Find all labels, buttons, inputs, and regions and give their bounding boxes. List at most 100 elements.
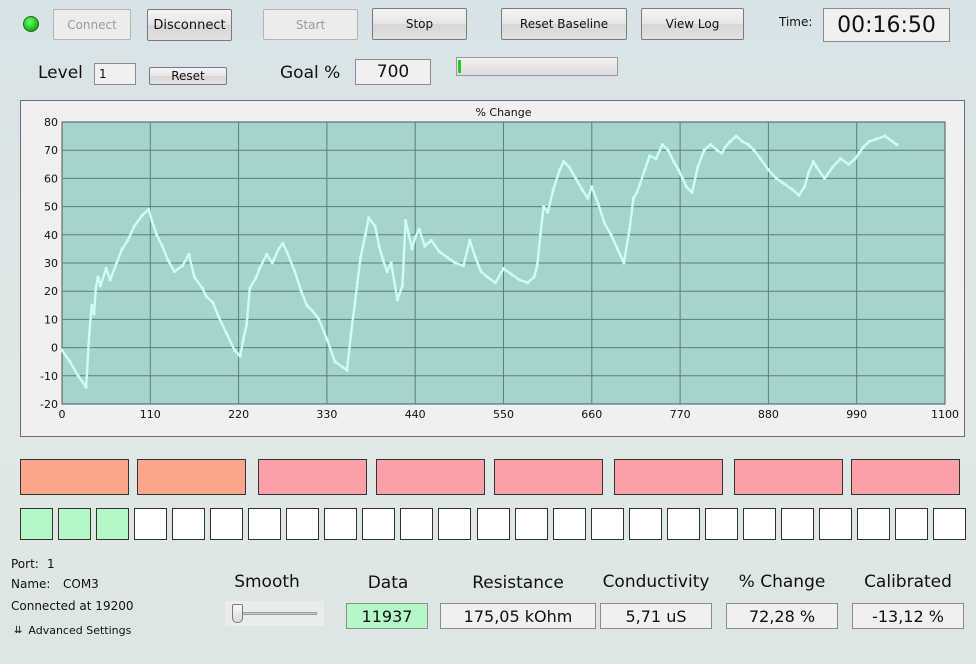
level-reset-button[interactable]: Reset — [149, 67, 227, 85]
double-chevron-down-icon: ⇊ — [14, 624, 23, 636]
chart-data-point — [120, 247, 124, 251]
chart-data-point — [709, 143, 713, 147]
advanced-settings-toggle[interactable]: ⇊ Advanced Settings — [14, 624, 131, 637]
indicator-top-7 — [734, 459, 843, 495]
chart-data-point — [823, 176, 827, 180]
chart-x-tick-label: 1100 — [931, 408, 959, 421]
chart-y-tick-label: 50 — [44, 201, 58, 214]
chart-data-point — [815, 165, 819, 169]
advanced-settings-label: Advanced Settings — [28, 624, 132, 637]
level-input[interactable]: 1 — [94, 63, 136, 85]
indicator-bottom-6 — [210, 508, 243, 540]
indicator-bottom-14 — [515, 508, 548, 540]
chart-data-point — [643, 168, 647, 172]
smooth-slider-thumb[interactable] — [232, 604, 243, 623]
chart-data-point — [680, 176, 685, 180]
chart-data-point — [429, 238, 433, 242]
chart-data-point — [423, 244, 427, 248]
chart-data-point — [126, 238, 130, 242]
chart-data-point — [526, 281, 530, 285]
goal-input[interactable]: 700 — [355, 59, 431, 85]
chart-data-point — [622, 261, 626, 265]
chart-data-point — [558, 168, 562, 172]
chart-data-point — [310, 309, 315, 313]
chart-data-point — [345, 368, 349, 372]
chart-x-tick-label: 440 — [405, 408, 426, 421]
chart-data-point — [532, 275, 536, 279]
chart-data-point — [404, 219, 408, 223]
chart-data-point — [883, 134, 887, 138]
chart-x-tick-label: 110 — [140, 408, 161, 421]
indicator-top-6 — [614, 459, 723, 495]
chart-data-point — [535, 264, 539, 268]
calibrated-value: -13,12 % — [852, 603, 964, 629]
chart-data-point — [666, 148, 670, 152]
chart-data-point — [238, 354, 242, 358]
indicator-bottom-3 — [96, 508, 129, 540]
port-label: Port: — [11, 557, 39, 571]
chart-data-point — [654, 157, 658, 161]
chart-data-point — [603, 221, 607, 226]
disconnect-button[interactable]: Disconnect — [147, 9, 232, 41]
chart-data-point — [819, 171, 823, 175]
chart-data-point — [305, 303, 309, 307]
chart-data-point — [774, 176, 779, 180]
chart-data-point — [317, 317, 321, 321]
chart-x-tick-label: 220 — [228, 408, 249, 421]
chart-data-point — [542, 205, 546, 209]
chart-data-point — [389, 261, 393, 265]
indicator-bottom-4 — [134, 508, 167, 540]
reset-baseline-button[interactable]: Reset Baseline — [501, 8, 627, 40]
chart-data-point — [211, 300, 215, 305]
chart-data-point — [551, 188, 555, 192]
chart-data-point — [395, 298, 400, 302]
chart-data-point — [241, 337, 245, 341]
chart-data-point — [200, 286, 205, 290]
chart-y-tick-label: 60 — [44, 172, 58, 185]
chart-data-point — [635, 190, 639, 195]
chart-data-point — [853, 157, 857, 161]
start-button[interactable]: Start — [263, 9, 358, 40]
indicator-bottom-21 — [781, 508, 814, 540]
chart-data-point — [299, 289, 303, 293]
indicator-top-4 — [376, 459, 485, 495]
chart-data-point — [802, 185, 807, 189]
chart-data-point — [68, 360, 72, 364]
chart-data-point — [580, 188, 584, 192]
indicator-bottom-13 — [477, 508, 510, 540]
chart-data-point — [758, 157, 763, 161]
chart-data-point — [453, 261, 457, 265]
chart-data-point — [831, 165, 835, 169]
port-value: 1 — [47, 557, 55, 571]
indicator-bottom-8 — [286, 508, 319, 540]
smooth-slider[interactable] — [225, 601, 324, 626]
name-value: COM3 — [63, 577, 99, 591]
chart-data-point — [660, 143, 665, 147]
time-display: 00:16:50 — [823, 8, 950, 42]
chart-data-point — [672, 159, 676, 164]
data-value: 11937 — [346, 603, 428, 629]
connect-button[interactable]: Connect — [53, 9, 131, 40]
chart-data-point — [746, 143, 750, 147]
chart-y-tick-label: -10 — [40, 370, 58, 383]
chart-data-point — [752, 148, 756, 152]
chart-data-point — [509, 272, 514, 276]
indicator-top-1 — [20, 459, 129, 495]
chart-x-tick-label: 550 — [493, 408, 514, 421]
stop-button[interactable]: Stop — [372, 8, 467, 40]
connection-status-led — [23, 16, 39, 32]
chart-data-point — [596, 202, 600, 206]
chart-data-point — [400, 284, 404, 288]
chart-data-point — [410, 247, 414, 251]
chart-data-point — [233, 348, 237, 352]
chart-data-point — [627, 227, 632, 231]
chart-data-point — [92, 312, 96, 316]
view-log-button[interactable]: View Log — [641, 8, 744, 40]
chart-data-point — [574, 176, 578, 180]
indicator-bottom-9 — [324, 508, 357, 540]
indicator-bottom-17 — [629, 508, 662, 540]
chart-data-point — [407, 233, 411, 237]
chart-y-tick-label: 40 — [44, 229, 58, 242]
chart-data-point — [160, 244, 164, 248]
indicator-bottom-24 — [895, 508, 928, 540]
